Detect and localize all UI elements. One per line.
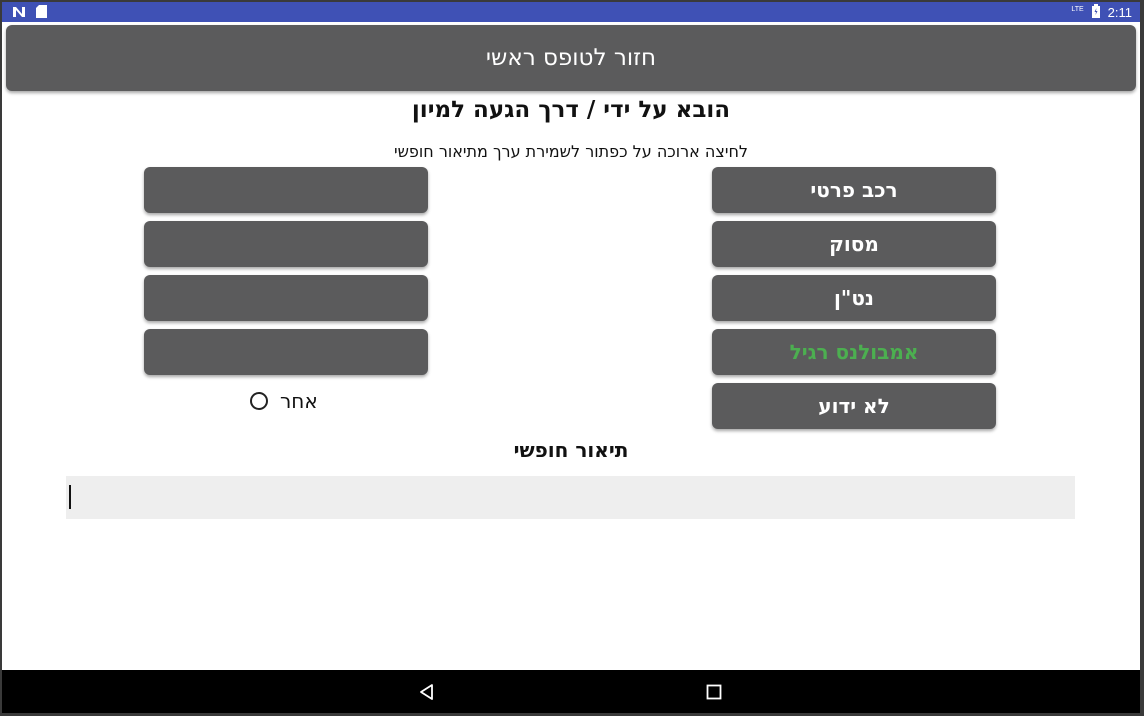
page-title: הובא על ידי / דרך הגעה למיון xyxy=(411,97,731,123)
back-triangle-icon[interactable] xyxy=(418,683,436,701)
navigation-bar xyxy=(2,670,1140,713)
home-square-icon[interactable] xyxy=(706,684,722,700)
network-type-label: LTE xyxy=(1071,5,1084,13)
battery-icon xyxy=(1091,3,1100,22)
sd-card-icon xyxy=(36,3,47,22)
option-regular-ambulance-button[interactable]: אמבולנס רגיל xyxy=(712,329,996,375)
radio-button-icon[interactable] xyxy=(250,392,268,410)
custom-option-button-2[interactable] xyxy=(144,221,428,267)
custom-option-button-1[interactable] xyxy=(144,167,428,213)
option-unknown-button[interactable]: לא ידוע xyxy=(712,383,996,429)
other-radio[interactable]: אחר xyxy=(250,388,318,414)
option-private-car-button[interactable]: רכב פרטי xyxy=(712,167,996,213)
clock-time: 2:11 xyxy=(1107,4,1132,20)
custom-option-button-3[interactable] xyxy=(144,275,428,321)
n-notification-icon xyxy=(12,3,26,22)
option-helicopter-button[interactable]: מסוק xyxy=(712,221,996,267)
free-description-title: תיאור חופשי xyxy=(513,438,629,462)
back-to-main-form-button[interactable]: חזור לטופס ראשי xyxy=(6,25,1136,91)
custom-option-button-4[interactable] xyxy=(144,329,428,375)
status-bar: LTE 2:11 xyxy=(2,2,1140,22)
app-frame: LTE 2:11 חזור לטופס ראשי הובא על ידי / ד… xyxy=(2,2,1140,713)
other-radio-label: אחר xyxy=(280,389,318,413)
free-description-input[interactable] xyxy=(66,476,1075,519)
text-cursor xyxy=(69,485,71,509)
option-mobile-icu-button[interactable]: נט"ן xyxy=(712,275,996,321)
long-press-hint: לחיצה ארוכה על כפתור לשמירת ערך מתיאור ח… xyxy=(394,142,748,161)
